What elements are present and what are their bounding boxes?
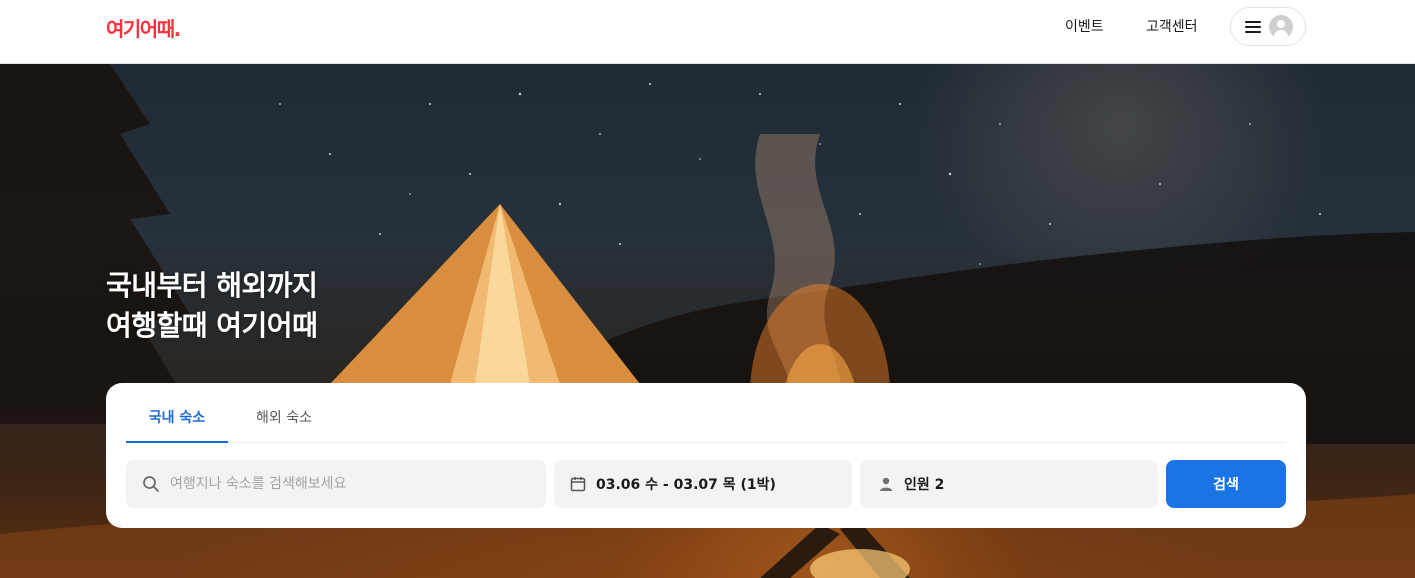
nav-event-link[interactable]: 이벤트 xyxy=(1065,16,1104,36)
search-input[interactable] xyxy=(170,476,530,492)
date-picker-field[interactable]: 03.06 수 - 03.07 목 (1박) xyxy=(554,460,852,508)
search-panel: 국내 숙소 해외 숙소 03.06 수 - 03.07 목 (1박) 인원 2 … xyxy=(106,383,1306,528)
guest-count-value: 인원 2 xyxy=(904,477,945,493)
logo-text[interactable]: 여기어때. xyxy=(106,13,181,42)
account-menu-button[interactable] xyxy=(1230,7,1306,46)
calendar-icon xyxy=(570,476,586,492)
tab-overseas-stay[interactable]: 해외 숙소 xyxy=(256,407,312,443)
logo[interactable]: 여기어때. xyxy=(106,12,181,42)
date-range-value: 03.06 수 - 03.07 목 (1박) xyxy=(596,477,776,493)
search-field[interactable] xyxy=(126,460,546,508)
tab-domestic-stay[interactable]: 국내 숙소 xyxy=(126,407,228,443)
search-tabs: 국내 숙소 해외 숙소 xyxy=(126,383,1286,443)
hamburger-icon xyxy=(1245,20,1261,33)
top-header: 여기어때. 이벤트 고객센터 xyxy=(0,0,1415,64)
guest-count-field[interactable]: 인원 2 xyxy=(860,460,1158,508)
hero-title: 국내부터 해외까지 여행할때 여기어때 xyxy=(106,266,318,346)
search-icon xyxy=(142,475,160,493)
nav-support-link[interactable]: 고객센터 xyxy=(1146,16,1198,36)
person-icon xyxy=(878,476,894,492)
hero-title-line-2: 여행할때 여기어때 xyxy=(106,309,318,342)
search-button[interactable]: 검색 xyxy=(1166,460,1286,508)
hero-title-line-1: 국내부터 해외까지 xyxy=(106,269,318,302)
user-avatar-icon xyxy=(1269,14,1293,39)
